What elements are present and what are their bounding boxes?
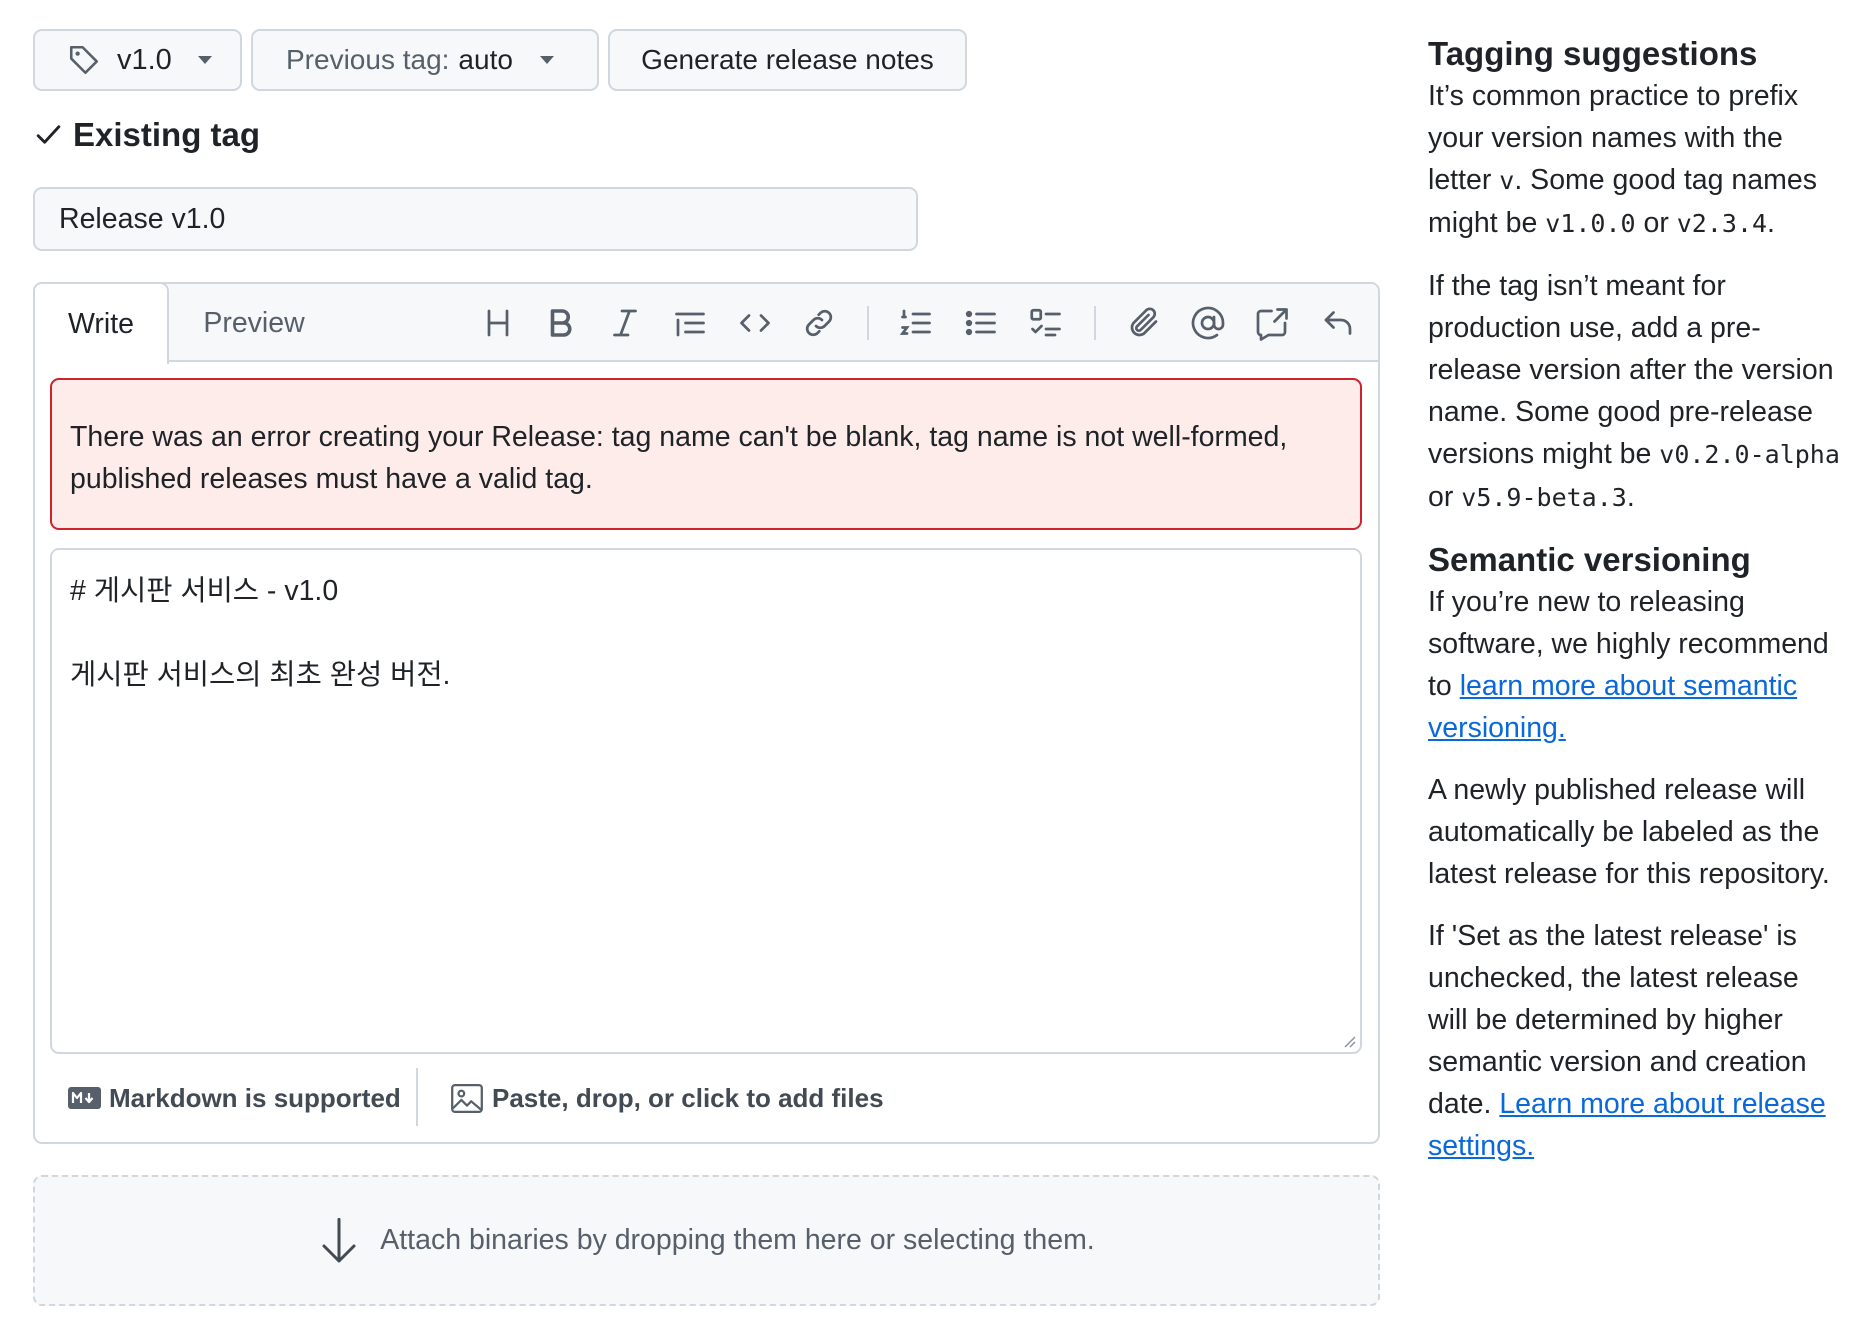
tag-example-code: v0.2.0-alpha — [1659, 440, 1840, 469]
binaries-drop-zone[interactable]: Attach binaries by dropping them here or… — [33, 1175, 1380, 1306]
tab-preview-label: Preview — [203, 306, 305, 339]
generate-release-notes-label: Generate release notes — [641, 44, 934, 75]
tagging-text: or — [1428, 481, 1462, 513]
tagging-text: . — [1626, 481, 1635, 513]
link-icon[interactable] — [801, 305, 837, 341]
tab-write[interactable]: Write — [33, 282, 169, 364]
markdown-note-label: Markdown is supported — [109, 1082, 401, 1113]
tagging-text: . — [1767, 207, 1775, 239]
task-list-icon[interactable] — [1028, 305, 1064, 341]
notes-line-1: # 게시판 서비스 - v1.0 — [70, 575, 339, 607]
chevron-down-icon — [539, 56, 554, 64]
release-title-input[interactable]: Release v1.0 — [33, 187, 918, 251]
italic-icon[interactable] — [607, 305, 643, 341]
image-icon — [450, 1083, 484, 1114]
mention-icon[interactable] — [1190, 305, 1226, 341]
tagging-text: or — [1635, 207, 1677, 239]
tab-write-label: Write — [68, 307, 134, 340]
reference-icon[interactable] — [1255, 305, 1291, 341]
error-message: There was an error creating your Release… — [70, 421, 1288, 495]
tag-picker-button[interactable]: v1.0 — [33, 29, 242, 91]
chevron-down-icon — [197, 56, 212, 64]
learn-semver-link[interactable]: learn more about semantic versioning. — [1428, 670, 1797, 744]
previous-tag-value: auto — [458, 44, 513, 75]
markdown-icon — [68, 1087, 101, 1109]
error-alert: There was an error creating your Release… — [50, 378, 1362, 530]
existing-tag-status: Existing tag — [33, 112, 260, 157]
notes-line-2: 게시판 서비스의 최초 완성 버전. — [70, 659, 451, 691]
check-icon — [33, 119, 64, 150]
code-icon[interactable] — [737, 305, 773, 341]
arrow-down-icon — [318, 1216, 360, 1266]
bold-icon[interactable] — [542, 305, 578, 341]
existing-tag-label: Existing tag — [73, 115, 261, 153]
semver-paragraph-1: If you’re new to releasing software, we … — [1428, 581, 1846, 749]
release-notes-textarea[interactable]: # 게시판 서비스 - v1.0 게시판 서비스의 최초 완성 버전. — [50, 548, 1362, 1054]
tagging-paragraph-2: If the tag isn’t meant for production us… — [1428, 265, 1846, 519]
semver-paragraph-2: A newly published release will automatic… — [1428, 774, 1830, 890]
tab-preview[interactable]: Preview — [169, 284, 339, 362]
toolbar-divider — [1094, 306, 1096, 340]
heading-icon[interactable] — [480, 305, 516, 341]
tag-icon — [67, 43, 101, 77]
sidebar: Tagging suggestions It’s common practice… — [1428, 33, 1846, 1167]
resize-handle-icon[interactable] — [1340, 1032, 1356, 1048]
semantic-versioning-heading: Semantic versioning — [1428, 541, 1751, 578]
previous-tag-button[interactable]: Previous tag: auto — [251, 29, 599, 91]
attach-files-button[interactable]: Paste, drop, or click to add files — [450, 1080, 884, 1116]
release-title-value: Release v1.0 — [59, 202, 226, 235]
semver-paragraph-3: If 'Set as the latest release' is unchec… — [1428, 915, 1846, 1167]
attach-files-label: Paste, drop, or click to add files — [492, 1082, 884, 1113]
tagging-suggestions-heading: Tagging suggestions — [1428, 35, 1758, 72]
attach-icon[interactable] — [1126, 305, 1162, 341]
tag-picker-label: v1.0 — [117, 43, 172, 76]
quote-icon[interactable] — [672, 305, 708, 341]
tag-example-code: v1.0.0 — [1545, 209, 1636, 238]
previous-tag-label: Previous tag: — [286, 44, 450, 75]
unordered-list-icon[interactable] — [963, 305, 999, 341]
ordered-list-icon[interactable] — [898, 305, 934, 341]
tag-example-code: v5.9-beta.3 — [1461, 483, 1627, 512]
tag-example-code: v — [1499, 166, 1515, 195]
footer-divider — [416, 1068, 418, 1126]
tagging-paragraph-1: It’s common practice to prefix your vers… — [1428, 75, 1846, 245]
markdown-note[interactable]: Markdown is supported — [68, 1080, 401, 1116]
tag-example-code: v2.3.4 — [1676, 209, 1768, 238]
binaries-label: Attach binaries by dropping them here or… — [380, 1224, 1095, 1256]
undo-icon[interactable] — [1320, 305, 1356, 341]
toolbar-divider — [867, 306, 869, 340]
generate-release-notes-button[interactable]: Generate release notes — [608, 29, 967, 91]
